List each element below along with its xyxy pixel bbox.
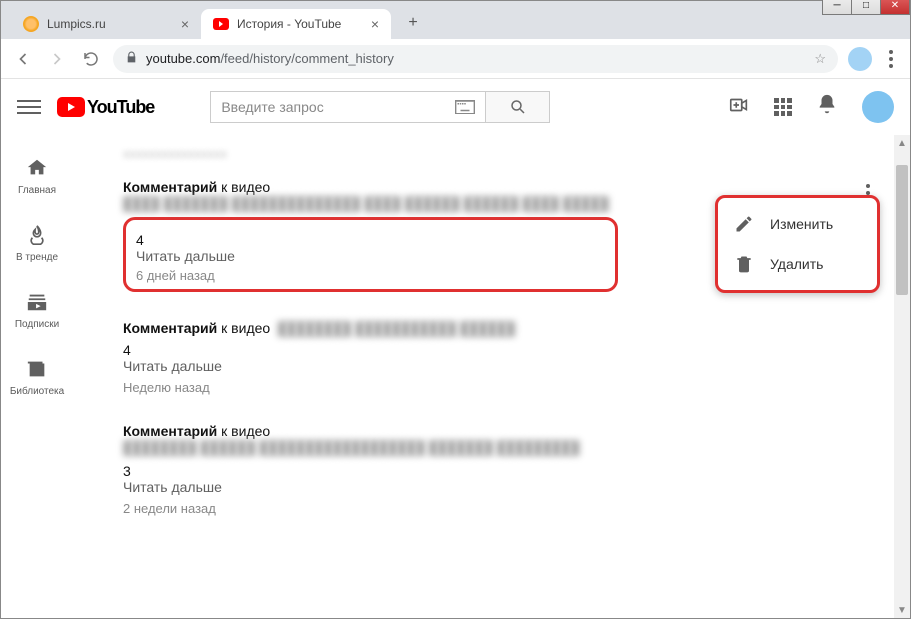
sidebar-item-library[interactable]: Библиотека bbox=[1, 344, 73, 411]
scroll-thumb[interactable] bbox=[896, 165, 908, 295]
window-minimize-button[interactable]: ─ bbox=[822, 0, 852, 15]
context-delete-label: Удалить bbox=[770, 256, 823, 272]
back-button[interactable] bbox=[11, 47, 35, 71]
main-content: xxxxxxxxxxxxxxxx Комментарий к видео ███… bbox=[73, 135, 910, 618]
blurred-video-title: ████ ███████ ██████████████ ████ ██████ … bbox=[123, 196, 609, 211]
search-wrap: Введите запрос bbox=[210, 91, 550, 123]
comment-prefix: Комментарий bbox=[123, 320, 217, 336]
comment-title: Комментарий к видео ████████ ███████████… bbox=[123, 320, 890, 336]
sidebar-label: В тренде bbox=[16, 252, 58, 263]
apps-grid-icon[interactable] bbox=[774, 98, 792, 116]
new-tab-button[interactable]: + bbox=[399, 9, 427, 37]
sidebar-label: Главная bbox=[18, 185, 56, 196]
youtube-logo[interactable]: YouTube bbox=[57, 97, 154, 118]
browser-window: Lumpics.ru × История - YouTube × + ─ □ ✕ bbox=[0, 0, 911, 619]
scrollbar[interactable]: ▲ ▼ bbox=[894, 135, 910, 618]
window-maximize-button[interactable]: □ bbox=[851, 0, 881, 15]
notifications-icon[interactable] bbox=[816, 93, 838, 121]
comment-block: Комментарий к видео ████████ ███████████… bbox=[123, 320, 890, 395]
tab-title: Lumpics.ru bbox=[47, 17, 173, 31]
address-bar-row: youtube.com/feed/history/comment_history… bbox=[1, 39, 910, 79]
lock-icon bbox=[125, 51, 138, 67]
read-more-link[interactable]: Читать дальше bbox=[136, 248, 605, 264]
chrome-profile-avatar[interactable] bbox=[848, 47, 872, 71]
sidebar-label: Библиотека bbox=[10, 386, 64, 397]
hamburger-menu-button[interactable] bbox=[17, 100, 41, 114]
youtube-play-icon bbox=[57, 97, 85, 117]
url-box[interactable]: youtube.com/feed/history/comment_history… bbox=[113, 45, 838, 73]
sidebar: Главная В тренде Подписки Библиотека bbox=[1, 135, 73, 618]
comment-title: Комментарий к видео bbox=[123, 179, 890, 195]
context-edit-label: Изменить bbox=[770, 216, 833, 232]
youtube-avatar[interactable] bbox=[862, 91, 894, 123]
header-right bbox=[728, 91, 894, 123]
context-delete[interactable]: Удалить bbox=[718, 244, 877, 284]
comment-block: Комментарий к видео ████████ ██████ ████… bbox=[123, 423, 890, 516]
sidebar-item-subscriptions[interactable]: Подписки bbox=[1, 277, 73, 344]
read-more-link[interactable]: Читать дальше bbox=[123, 479, 890, 495]
window-close-button[interactable]: ✕ bbox=[880, 0, 910, 15]
comment-prefix: Комментарий bbox=[123, 423, 217, 439]
close-tab-icon[interactable]: × bbox=[181, 16, 189, 32]
keyboard-icon[interactable] bbox=[455, 100, 475, 114]
comment-title: Комментарий к видео bbox=[123, 423, 890, 439]
sidebar-item-trending[interactable]: В тренде bbox=[1, 210, 73, 277]
sidebar-label: Подписки bbox=[15, 319, 59, 330]
tab-title: История - YouTube bbox=[237, 17, 363, 31]
url-path: /feed/history/comment_history bbox=[220, 51, 393, 66]
tab-lumpics[interactable]: Lumpics.ru × bbox=[11, 9, 201, 39]
comment-suffix: к видео bbox=[217, 320, 270, 336]
youtube-header: YouTube Введите запрос bbox=[1, 79, 910, 135]
search-placeholder: Введите запрос bbox=[221, 99, 323, 115]
comment-prefix: Комментарий bbox=[123, 179, 217, 195]
chrome-menu-button[interactable] bbox=[882, 50, 900, 68]
favicon-youtube bbox=[213, 18, 229, 30]
youtube-body: Главная В тренде Подписки Библиотека xxx… bbox=[1, 135, 910, 618]
context-menu: Изменить Удалить bbox=[715, 195, 880, 293]
sidebar-item-home[interactable]: Главная bbox=[1, 143, 73, 210]
comment-suffix: к видео bbox=[217, 423, 270, 439]
youtube-logo-text: YouTube bbox=[87, 97, 154, 118]
read-more-link[interactable]: Читать дальше bbox=[123, 358, 890, 374]
scroll-down-arrow[interactable]: ▼ bbox=[894, 602, 910, 618]
comment-body: 4 bbox=[123, 342, 890, 358]
comment-timestamp: 2 недели назад bbox=[123, 501, 890, 516]
scroll-up-arrow[interactable]: ▲ bbox=[894, 135, 910, 151]
tab-youtube-history[interactable]: История - YouTube × bbox=[201, 9, 391, 39]
close-tab-icon[interactable]: × bbox=[371, 16, 379, 32]
comment-timestamp: Неделю назад bbox=[123, 380, 890, 395]
create-video-icon[interactable] bbox=[728, 94, 750, 121]
blurred-video-title: ████████ ███████████ ██████ bbox=[274, 321, 515, 336]
highlight-box-comment: 4 Читать дальше 6 дней назад bbox=[123, 217, 618, 292]
search-input[interactable]: Введите запрос bbox=[210, 91, 485, 123]
blurred-video-title: ████████ ██████ ██████████████████ █████… bbox=[123, 440, 580, 455]
context-edit[interactable]: Изменить bbox=[718, 204, 877, 244]
comment-suffix: к видео bbox=[217, 179, 270, 195]
search-button[interactable] bbox=[485, 91, 550, 123]
forward-button[interactable] bbox=[45, 47, 69, 71]
blurred-header: xxxxxxxxxxxxxxxx bbox=[123, 146, 227, 161]
bookmark-star-icon[interactable]: ☆ bbox=[814, 51, 826, 67]
comment-timestamp: 6 дней назад bbox=[136, 268, 605, 283]
favicon-lumpics bbox=[23, 16, 39, 32]
reload-button[interactable] bbox=[79, 47, 103, 71]
comment-body: 4 bbox=[136, 232, 605, 248]
comment-body: 3 bbox=[123, 463, 890, 479]
url-domain: youtube.com bbox=[146, 51, 220, 66]
tab-strip: Lumpics.ru × История - YouTube × + ─ □ ✕ bbox=[1, 1, 910, 39]
